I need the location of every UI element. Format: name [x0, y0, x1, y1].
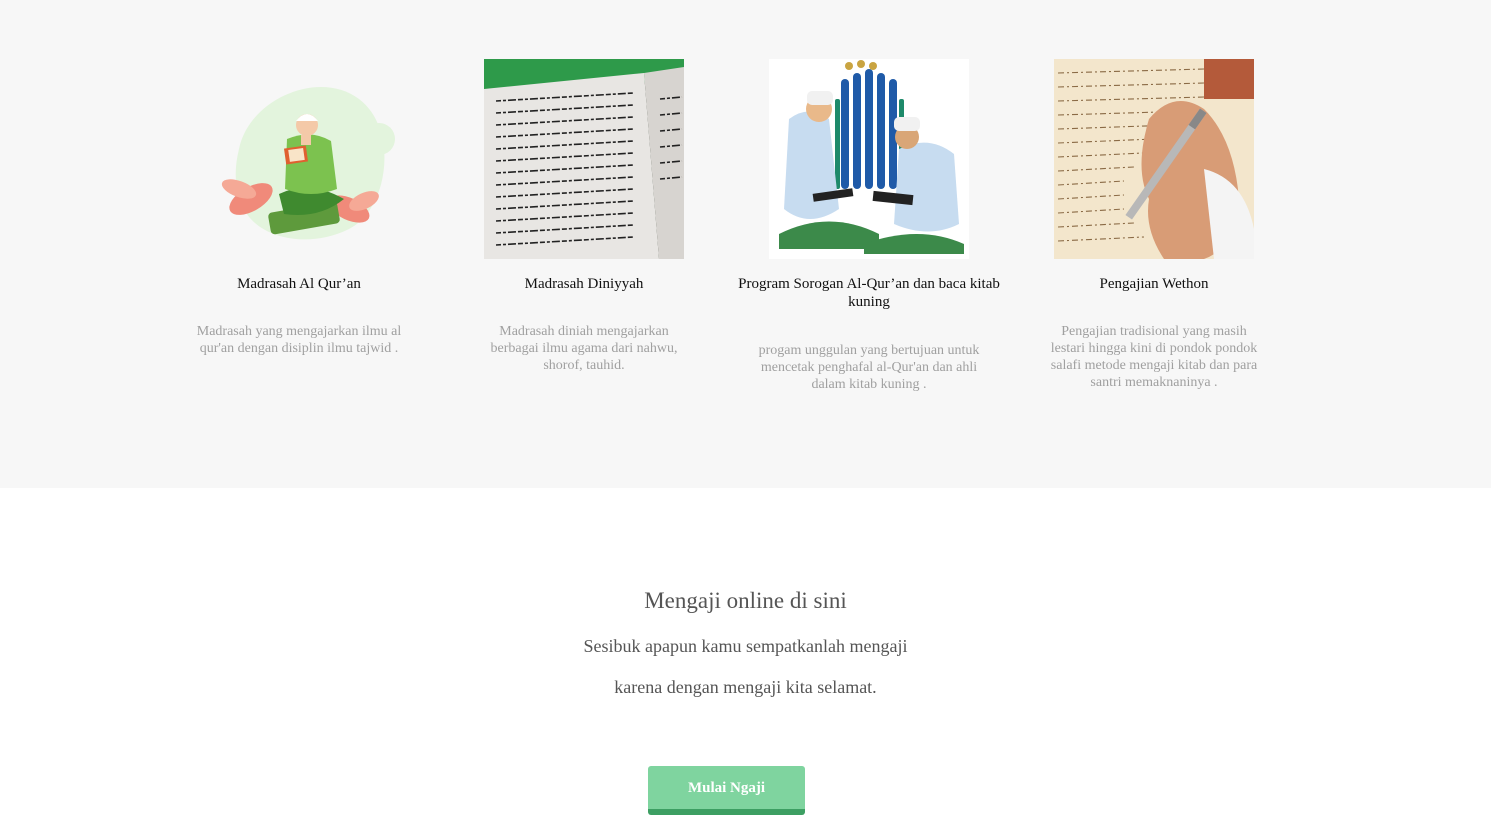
program-description: progam unggulan yang bertujuan untuk men… [758, 343, 980, 392]
program-title: Madrasah Diniyyah [524, 276, 644, 292]
cta-text-line-2: karena dengan mengaji kita selamat. [614, 677, 877, 697]
program-image-diniyyah [484, 59, 684, 259]
program-card: Madrasah Al Qur’an Madrasah yang mengaja… [179, 59, 419, 356]
cta-text-line-1: Sesibuk apapun kamu sempatkanlah mengaji [583, 636, 908, 656]
program-description: Madrasah yang mengajarkan ilmu al qur'an… [196, 324, 402, 356]
program-card: Program Sorogan Al-Qur’an dan baca kitab… [719, 59, 1019, 392]
mulai-ngaji-button[interactable]: Mulai Ngaji [648, 766, 805, 815]
program-image-sorogan [769, 59, 969, 259]
program-title: Pengajian Wethon [1099, 276, 1209, 292]
arabic-book-photo [484, 59, 684, 259]
cta-heading: Mengaji online di sini [644, 588, 847, 613]
programs-section: Madrasah Al Qur’an Madrasah yang mengaja… [0, 0, 1491, 488]
program-title: Program Sorogan Al-Qur’an dan baca kitab… [738, 276, 1000, 310]
program-card: Madrasah Diniyyah Madrasah diniah mengaj… [464, 59, 704, 373]
program-description: Pengajian tradisional yang masih lestari… [1050, 324, 1258, 390]
mengaji-online-section: Mengaji online di sini Sesibuk apapun ka… [0, 488, 1491, 837]
program-description: Madrasah diniah mengajarkan berbagai ilm… [490, 324, 678, 373]
program-title: Madrasah Al Qur’an [237, 276, 361, 292]
program-image-wethon [1054, 59, 1254, 259]
program-image-quran [199, 59, 399, 259]
reading-quran-illustration [199, 59, 399, 259]
writing-kitab-photo [1054, 59, 1254, 259]
santri-studying-illustration [769, 59, 969, 259]
program-card: Pengajian Wethon Pengajian tradisional y… [1034, 59, 1274, 390]
